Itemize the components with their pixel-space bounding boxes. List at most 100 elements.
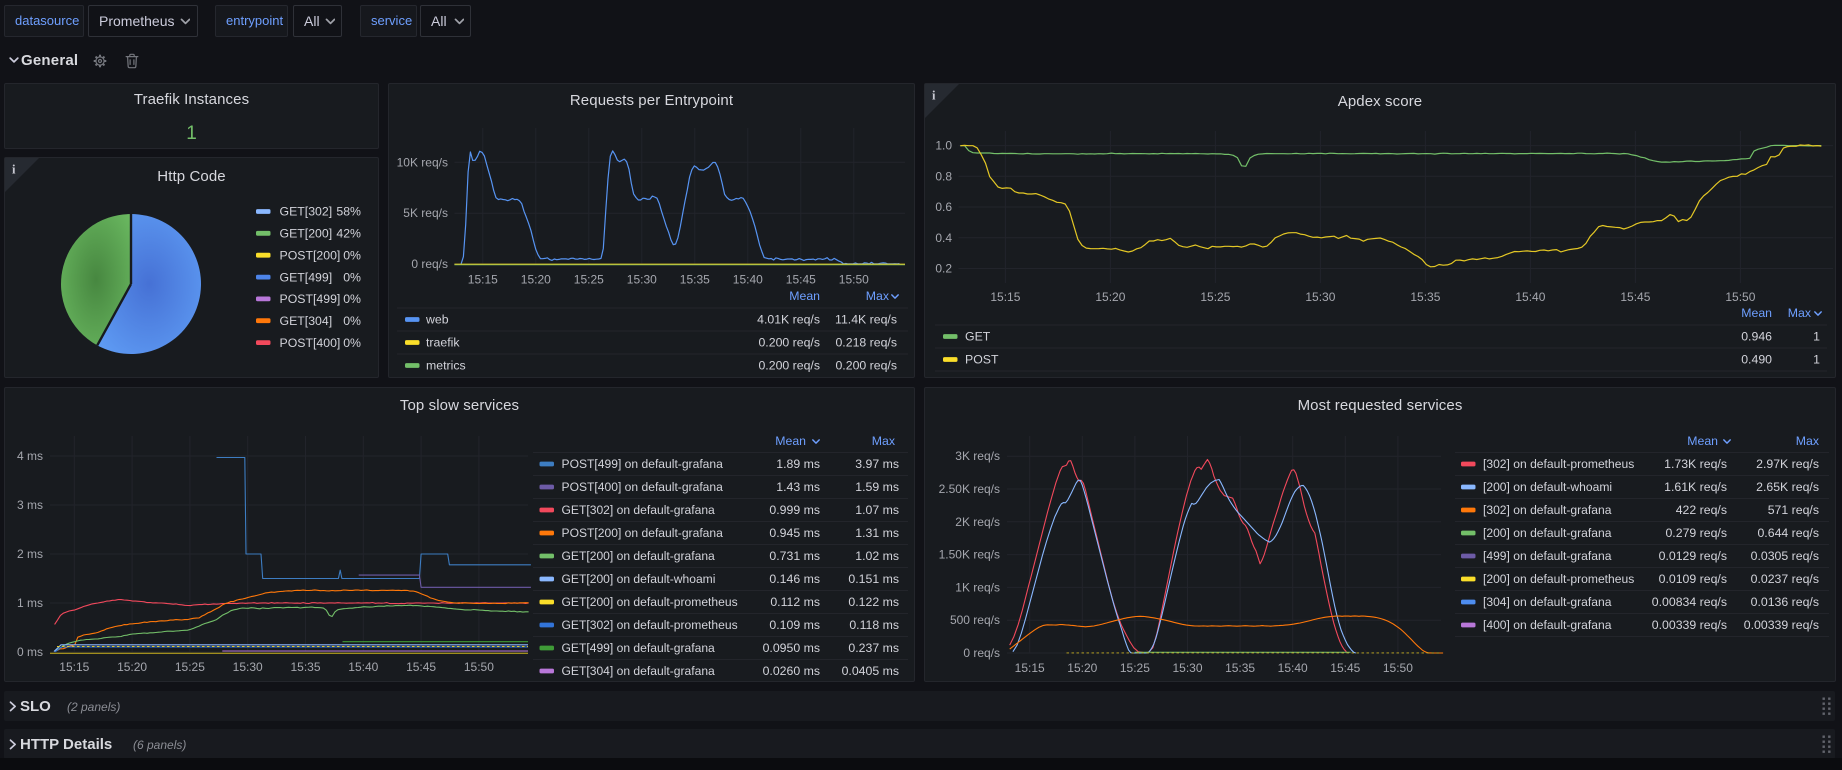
svg-text:1.43 ms: 1.43 ms [776, 480, 820, 494]
svg-text:GET[302] on default-grafana: GET[302] on default-grafana [562, 503, 716, 517]
svg-text:3 ms: 3 ms [17, 498, 43, 512]
svg-text:0.4: 0.4 [935, 231, 952, 245]
svg-text:[304] on default-grafana: [304] on default-grafana [1483, 595, 1612, 609]
svg-text:web: web [425, 313, 449, 327]
svg-text:0.237 ms: 0.237 ms [848, 641, 899, 655]
svg-text:4 ms: 4 ms [17, 449, 43, 463]
svg-text:0.112 ms: 0.112 ms [770, 595, 820, 609]
svg-text:1.31 ms: 1.31 ms [855, 526, 899, 540]
svg-text:15:25: 15:25 [1200, 290, 1230, 304]
svg-text:15:30: 15:30 [1172, 661, 1202, 675]
svg-text:15:30: 15:30 [1305, 290, 1335, 304]
svg-text:15:35: 15:35 [1225, 661, 1255, 675]
svg-text:0.00339 req/s: 0.00339 req/s [1652, 618, 1727, 632]
svg-text:42%: 42% [336, 227, 361, 241]
svg-text:0.0109 req/s: 0.0109 req/s [1659, 572, 1727, 586]
svg-text:0.644 req/s: 0.644 req/s [1757, 526, 1819, 540]
svg-text:1.59 ms: 1.59 ms [855, 480, 899, 494]
svg-text:15:35: 15:35 [680, 273, 710, 287]
svg-text:1: 1 [1813, 330, 1820, 344]
svg-text:0%: 0% [343, 248, 361, 262]
svg-text:0.0305 req/s: 0.0305 req/s [1751, 549, 1819, 563]
svg-text:[200] on default-prometheus: [200] on default-prometheus [1483, 572, 1634, 586]
svg-text:GET[302]: GET[302] [280, 205, 333, 219]
svg-text:0.8: 0.8 [935, 169, 952, 183]
svg-text:422 req/s: 422 req/s [1676, 503, 1727, 517]
svg-text:Max: Max [1796, 434, 1820, 448]
svg-text:4.01K req/s: 4.01K req/s [757, 313, 820, 327]
svg-text:POST[400]: POST[400] [280, 336, 341, 350]
svg-text:0.00339 req/s: 0.00339 req/s [1744, 618, 1819, 632]
svg-text:15:25: 15:25 [175, 660, 205, 674]
svg-text:15:15: 15:15 [59, 660, 89, 674]
svg-text:2K req/s: 2K req/s [955, 515, 1000, 529]
svg-text:1K req/s: 1K req/s [955, 580, 1000, 594]
svg-text:2.65K req/s: 2.65K req/s [1756, 480, 1819, 494]
svg-text:5K req/s: 5K req/s [403, 206, 448, 220]
svg-text:[200] on default-whoami: [200] on default-whoami [1483, 480, 1612, 494]
svg-text:15:50: 15:50 [839, 273, 869, 287]
svg-text:Max: Max [872, 434, 896, 448]
svg-text:0.00834 req/s: 0.00834 req/s [1652, 595, 1727, 609]
svg-text:15:45: 15:45 [1620, 290, 1650, 304]
svg-text:GET[200]: GET[200] [280, 227, 333, 241]
svg-text:15:20: 15:20 [1067, 661, 1097, 675]
svg-text:GET[302] on default-prometheus: GET[302] on default-prometheus [562, 618, 738, 632]
svg-text:POST[200] on default-grafana: POST[200] on default-grafana [562, 526, 724, 540]
svg-text:1.50K req/s: 1.50K req/s [939, 548, 1000, 562]
svg-text:15:50: 15:50 [464, 660, 494, 674]
svg-text:Max: Max [866, 289, 890, 303]
svg-text:0.490: 0.490 [1741, 353, 1772, 367]
svg-text:1 ms: 1 ms [17, 596, 43, 610]
svg-text:GET[200] on default-grafana: GET[200] on default-grafana [562, 549, 716, 563]
svg-text:10K req/s: 10K req/s [397, 155, 448, 169]
svg-text:i: i [932, 89, 936, 103]
svg-text:0.731 ms: 0.731 ms [769, 549, 820, 563]
svg-text:GET[200] on default-prometheus: GET[200] on default-prometheus [562, 595, 738, 609]
svg-text:15:40: 15:40 [1278, 661, 1308, 675]
svg-text:2.97K req/s: 2.97K req/s [1756, 457, 1819, 471]
svg-text:Mean: Mean [1741, 306, 1772, 320]
svg-text:POST: POST [965, 353, 999, 367]
svg-text:GET[200] on default-whoami: GET[200] on default-whoami [562, 572, 716, 586]
svg-text:15:50: 15:50 [1725, 290, 1755, 304]
svg-text:0.2: 0.2 [935, 262, 952, 276]
svg-text:0.200 req/s: 0.200 req/s [835, 359, 897, 373]
svg-text:1: 1 [1813, 353, 1820, 367]
svg-text:15:20: 15:20 [117, 660, 147, 674]
svg-text:1.61K req/s: 1.61K req/s [1664, 480, 1727, 494]
svg-text:GET[499]: GET[499] [280, 270, 333, 284]
svg-text:0%: 0% [343, 336, 361, 350]
svg-text:0 req/s: 0 req/s [411, 257, 448, 271]
svg-text:[400] on default-grafana: [400] on default-grafana [1483, 618, 1612, 632]
svg-text:0%: 0% [343, 292, 361, 306]
svg-text:2 ms: 2 ms [17, 547, 43, 561]
svg-text:traefik: traefik [426, 336, 460, 350]
svg-text:11.4K req/s: 11.4K req/s [835, 313, 897, 327]
svg-text:0.0260 ms: 0.0260 ms [763, 664, 820, 678]
svg-text:15:45: 15:45 [786, 273, 816, 287]
svg-text:0.109 ms: 0.109 ms [769, 618, 820, 632]
svg-text:POST[200]: POST[200] [280, 248, 341, 262]
svg-text:0.200 req/s: 0.200 req/s [758, 359, 820, 373]
svg-text:0.0237 req/s: 0.0237 req/s [1751, 572, 1819, 586]
svg-text:0.200 req/s: 0.200 req/s [758, 336, 820, 350]
svg-text:0.0405 ms: 0.0405 ms [842, 664, 899, 678]
svg-text:1.02 ms: 1.02 ms [855, 549, 899, 563]
svg-text:3K req/s: 3K req/s [955, 449, 1000, 463]
svg-text:571 req/s: 571 req/s [1768, 503, 1819, 517]
svg-text:GET[499] on default-grafana: GET[499] on default-grafana [562, 641, 716, 655]
svg-text:0.6: 0.6 [935, 200, 952, 214]
svg-text:0.118 ms: 0.118 ms [849, 618, 899, 632]
svg-text:15:25: 15:25 [1120, 661, 1150, 675]
svg-text:15:35: 15:35 [290, 660, 320, 674]
svg-text:1.89 ms: 1.89 ms [776, 457, 820, 471]
svg-text:0.218 req/s: 0.218 req/s [835, 336, 897, 350]
svg-text:1.73K req/s: 1.73K req/s [1664, 457, 1727, 471]
svg-text:POST[499]: POST[499] [280, 292, 341, 306]
svg-text:0.945 ms: 0.945 ms [769, 526, 820, 540]
svg-text:15:30: 15:30 [627, 273, 657, 287]
svg-text:0.0950 ms: 0.0950 ms [763, 641, 820, 655]
svg-text:2.50K req/s: 2.50K req/s [939, 482, 1000, 496]
svg-text:POST[499] on default-grafana: POST[499] on default-grafana [562, 457, 724, 471]
